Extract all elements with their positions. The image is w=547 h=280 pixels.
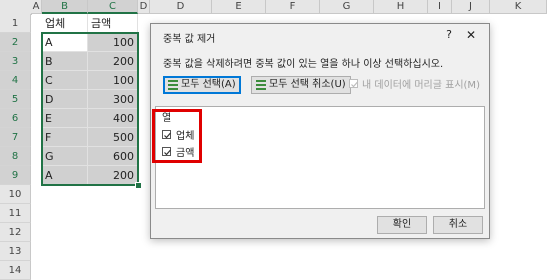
cell-b4[interactable]: C — [42, 71, 88, 90]
column-header-e[interactable]: E — [212, 0, 266, 14]
column-header-g[interactable]: G — [320, 0, 374, 14]
cell-c9[interactable]: 200 — [88, 166, 138, 185]
cell-c4[interactable]: 100 — [88, 71, 138, 90]
column-header-b[interactable]: B — [42, 0, 88, 14]
column-header-k[interactable]: K — [490, 0, 547, 14]
ok-label: 확인 — [392, 219, 412, 230]
column-header-f[interactable]: F — [266, 0, 320, 14]
highlight-box — [152, 109, 202, 163]
column-header-d-label: D — [176, 1, 185, 12]
column-header-j[interactable]: J — [452, 0, 490, 14]
cell-b9[interactable]: A — [42, 166, 88, 185]
cell-b2[interactable]: A — [42, 33, 88, 52]
row-header-4[interactable]: 4 — [0, 71, 31, 90]
select-all-button[interactable]: 모두 선택(A) — [163, 76, 241, 94]
cell-c7[interactable]: 500 — [88, 128, 138, 147]
cell-c3[interactable]: 200 — [88, 52, 138, 71]
my-data-has-headers-check-icon — [349, 79, 358, 88]
cell-c2[interactable]: 100 — [88, 33, 138, 52]
cancel-button[interactable]: 취소 — [433, 216, 483, 234]
column-header-h[interactable]: H — [374, 0, 428, 14]
row-header-8[interactable]: 8 — [0, 147, 31, 166]
cell-c6[interactable]: 400 — [88, 109, 138, 128]
column-header-d2[interactable]: D — [150, 0, 212, 14]
cell-b6[interactable]: E — [42, 109, 88, 128]
dialog-title: 중복 값 제거 — [163, 34, 216, 45]
unselect-all-button[interactable]: 모두 선택 취소(U) — [251, 76, 351, 94]
row-header-10[interactable]: 10 — [0, 185, 31, 204]
row-header-7[interactable]: 7 — [0, 128, 31, 147]
unselect-all-icon — [256, 79, 266, 91]
cell-c1[interactable]: 금액 — [88, 14, 138, 33]
cell-c8[interactable]: 600 — [88, 147, 138, 166]
fill-handle[interactable] — [135, 182, 142, 189]
cancel-label: 취소 — [448, 219, 468, 230]
select-all-corner[interactable] — [0, 0, 32, 15]
row-header-14[interactable]: 14 — [0, 261, 31, 280]
dialog-description: 중복 값을 삭제하려면 중복 값이 있는 열을 하나 이상 선택하십시오. — [163, 59, 444, 70]
columns-list: 열 업체 금액 — [155, 106, 485, 209]
cell-b5[interactable]: D — [42, 90, 88, 109]
ok-button[interactable]: 확인 — [377, 216, 427, 234]
cell-c5[interactable]: 300 — [88, 90, 138, 109]
column-header-i[interactable]: I — [428, 0, 452, 14]
row-header-6[interactable]: 6 — [0, 109, 31, 128]
select-all-icon — [168, 79, 178, 91]
cell-b7[interactable]: F — [42, 128, 88, 147]
column-header-d[interactable]: D — [138, 0, 150, 14]
row-header-1[interactable]: 1 — [0, 14, 31, 33]
row-header-12[interactable]: 12 — [0, 223, 31, 242]
row-header-3[interactable]: 3 — [0, 52, 31, 71]
cell-b3[interactable]: B — [42, 52, 88, 71]
row-header-5[interactable]: 5 — [0, 90, 31, 109]
row-header-13[interactable]: 13 — [0, 242, 31, 261]
my-data-has-headers-checkbox[interactable]: 내 데이터에 머리글 표시(M) — [349, 76, 480, 91]
column-header-a[interactable]: A — [31, 0, 42, 14]
row-header-9[interactable]: 9 — [0, 166, 31, 185]
row-header-11[interactable]: 11 — [0, 204, 31, 223]
unselect-all-label: 모두 선택 취소(U) — [269, 79, 346, 90]
column-header-c[interactable]: C — [88, 0, 138, 14]
help-button[interactable]: ? — [441, 27, 457, 43]
cell-b8[interactable]: G — [42, 147, 88, 166]
select-all-label: 모두 선택(A) — [181, 79, 236, 90]
close-button[interactable]: ✕ — [463, 27, 479, 43]
my-data-has-headers-label: 내 데이터에 머리글 표시(M) — [362, 80, 480, 91]
cell-b1[interactable]: 업체 — [42, 14, 88, 33]
row-header-2[interactable]: 2 — [0, 33, 31, 52]
